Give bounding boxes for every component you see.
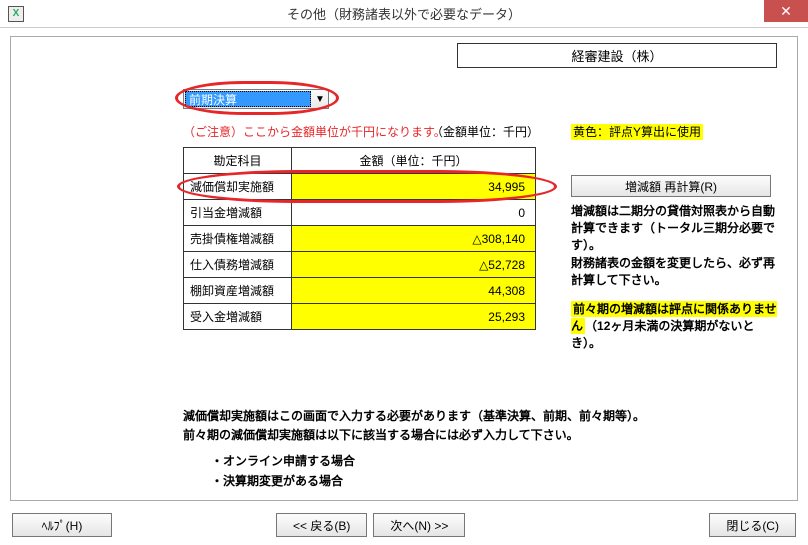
table-row: 売掛債権増減額 △308,140 <box>184 226 536 252</box>
row-amount[interactable]: 44,308 <box>292 278 536 304</box>
close-button[interactable]: 閉じる(C) <box>709 513 796 537</box>
table-row: 棚卸資産増減額 44,308 <box>184 278 536 304</box>
row-amount[interactable]: △52,728 <box>292 252 536 278</box>
bottom-bar: ﾍﾙﾌﾟ(H) << 戻る(B) 次へ(N) >> 閉じる(C) <box>0 505 808 545</box>
period-dropdown-selected: 前期決算 <box>185 91 311 107</box>
side-note-2: 財務諸表の金額を変更したら、必ず再計算して下さい。 <box>571 255 781 289</box>
row-label: 減価償却実施額 <box>184 174 292 200</box>
period-dropdown[interactable]: 前期決算 ▼ <box>183 89 329 109</box>
row-label: 棚卸資産増減額 <box>184 278 292 304</box>
help-button[interactable]: ﾍﾙﾌﾟ(H) <box>12 513 112 537</box>
next-button[interactable]: 次へ(N) >> <box>373 513 465 537</box>
table-row: 仕入債務増減額 △52,728 <box>184 252 536 278</box>
row-label: 受入金増減額 <box>184 304 292 330</box>
table-header-row: 勘定科目 金額（単位：千円） <box>184 148 536 174</box>
row-amount[interactable]: 25,293 <box>292 304 536 330</box>
table-row: 引当金増減額 0 <box>184 200 536 226</box>
row-label: 仕入債務増減額 <box>184 252 292 278</box>
content-frame: 経審建設（株） 前期決算 ▼ （ご注意）ここから金額単位が千円になります。 （金… <box>10 36 798 501</box>
header-item: 勘定科目 <box>184 148 292 174</box>
recalc-button[interactable]: 増減額 再計算(R) <box>571 175 771 197</box>
window-close-button[interactable]: ✕ <box>764 0 808 22</box>
accounts-table: 勘定科目 金額（単位：千円） 減価償却実施額 34,995 引当金増減額 0 売… <box>183 147 536 330</box>
period-dropdown-wrap: 前期決算 ▼ <box>183 89 329 109</box>
window-title: その他（財務諸表以外で必要なデータ） <box>0 4 808 23</box>
back-button[interactable]: << 戻る(B) <box>276 513 367 537</box>
nav-button-group: << 戻る(B) 次へ(N) >> <box>276 513 465 537</box>
unit-label: （金額単位：千円） <box>431 123 539 140</box>
chevron-down-icon: ▼ <box>312 90 328 108</box>
row-amount[interactable]: △308,140 <box>292 226 536 252</box>
bottom-note: 減価償却実施額はこの画面で入力する必要があります（基準決算、前期、前々期等）。 … <box>183 407 645 445</box>
row-label: 売掛債権増減額 <box>184 226 292 252</box>
company-name-box: 経審建設（株） <box>457 43 777 68</box>
row-amount[interactable]: 0 <box>292 200 536 226</box>
caution-text: （ご注意）ここから金額単位が千円になります。 <box>183 123 446 140</box>
side-note-1: 増減額は二期分の貸借対照表から自動計算できます（トータル三期分必要です）。 <box>571 203 781 253</box>
table-row: 減価償却実施額 34,995 <box>184 174 536 200</box>
header-amount: 金額（単位：千円） <box>292 148 536 174</box>
bottom-list: ・オンライン申請する場合 ・決算期変更がある場合 <box>211 451 355 492</box>
table-row: 受入金増減額 25,293 <box>184 304 536 330</box>
side-note-3: 前々期の増減額は評点に関係ありません（12ヶ月未満の決算期がないとき）。 <box>571 301 781 351</box>
row-amount[interactable]: 34,995 <box>292 174 536 200</box>
row-label: 引当金増減額 <box>184 200 292 226</box>
titlebar: X その他（財務諸表以外で必要なデータ） ✕ <box>0 0 808 28</box>
close-icon: ✕ <box>780 3 792 20</box>
yellow-usage-note: 黄色：評点Y算出に使用 <box>571 123 703 140</box>
